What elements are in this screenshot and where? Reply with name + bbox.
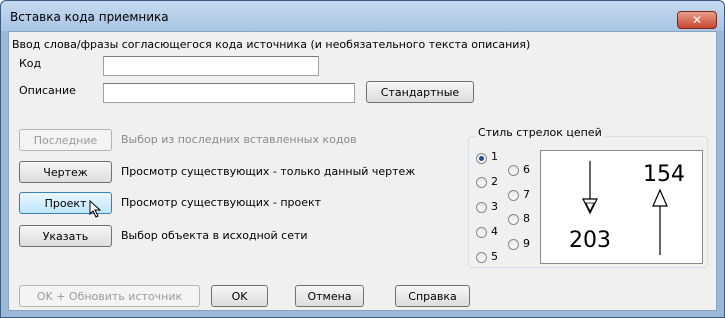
arrow-style-label-4: 4 <box>491 225 498 238</box>
arrow-style-label-3: 3 <box>491 200 498 213</box>
arrow-preview: 203 154 <box>540 150 703 264</box>
close-button[interactable]: ✕ <box>677 11 717 29</box>
pick-description: Выбор объекта в исходной сети <box>121 229 308 242</box>
help-button[interactable]: Справка <box>395 285 470 307</box>
up-arrow-head <box>652 188 668 207</box>
arrow-style-label-7: 7 <box>523 188 530 201</box>
arrow-style-label-1: 1 <box>491 150 498 163</box>
drawing-button[interactable]: Чертеж <box>19 161 112 183</box>
recent-button[interactable]: Последние <box>19 129 112 151</box>
arrow-style-label-5: 5 <box>491 250 498 263</box>
arrow-style-radio-7[interactable] <box>508 190 519 201</box>
arrow-style-label-8: 8 <box>523 212 530 225</box>
description-input[interactable] <box>103 83 355 103</box>
dialog-window: Вставка кода приемника ✕ Ввод слова/фраз… <box>0 0 725 318</box>
ok-button[interactable]: OK <box>211 285 268 307</box>
arrow-style-radio-1[interactable] <box>476 153 487 164</box>
left-arrow-label: 203 <box>569 228 611 253</box>
intro-text: Ввод слова/фразы согласющегося кода исто… <box>12 38 531 51</box>
arrow-style-radio-8[interactable] <box>508 214 519 225</box>
project-description: Просмотр существующих - проект <box>121 196 322 209</box>
drawing-description: Просмотр существующих - только данный че… <box>121 165 416 178</box>
window-title: Вставка кода приемника <box>10 10 169 24</box>
recent-description: Выбор из последних вставленных кодов <box>121 133 357 146</box>
right-arrow-label: 154 <box>643 162 685 187</box>
arrow-style-title: Стиль стрелок цепей <box>476 126 604 139</box>
pick-button[interactable]: Указать <box>19 225 112 247</box>
standard-button[interactable]: Стандартные <box>366 81 474 103</box>
arrow-style-label-6: 6 <box>523 163 530 176</box>
arrow-style-radio-4[interactable] <box>476 227 487 238</box>
cancel-button[interactable]: Отмена <box>295 285 364 307</box>
arrow-style-radio-9[interactable] <box>508 239 519 250</box>
arrow-preview-drawing: 203 154 <box>569 161 685 255</box>
arrow-style-radio-5[interactable] <box>476 252 487 263</box>
close-icon: ✕ <box>691 13 703 27</box>
description-label: Описание <box>19 84 76 97</box>
dialog-body: Ввод слова/фразы согласющегося кода исто… <box>8 31 717 311</box>
arrow-style-label-2: 2 <box>491 175 498 188</box>
ok-update-source-button[interactable]: OK + Обновить источник <box>19 285 200 307</box>
title-bar[interactable]: Вставка кода приемника ✕ <box>1 1 724 31</box>
mouse-pointer-icon <box>89 200 102 218</box>
arrow-style-radio-2[interactable] <box>476 177 487 188</box>
code-label: Код <box>19 57 42 70</box>
code-input[interactable] <box>103 56 319 76</box>
arrow-style-radio-3[interactable] <box>476 202 487 213</box>
arrow-style-radio-6[interactable] <box>508 165 519 176</box>
arrow-style-label-9: 9 <box>523 237 530 250</box>
